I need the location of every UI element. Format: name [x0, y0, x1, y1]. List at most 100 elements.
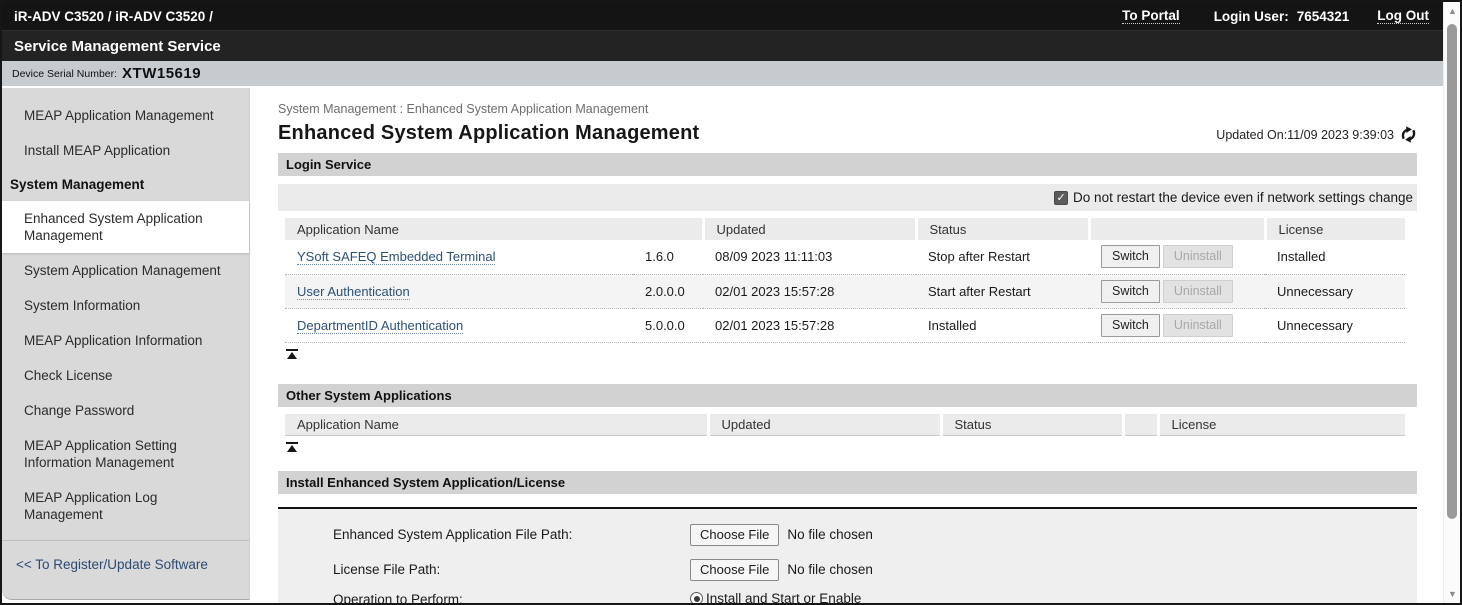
device-title: iR-ADV C3520 / iR-ADV C3520 / — [14, 9, 213, 24]
table-row: DepartmentID Authentication 5.0.0.0 02/0… — [285, 308, 1405, 342]
to-register-update-software-link[interactable]: << To Register/Update Software — [2, 541, 249, 581]
content: System Management : Enhanced System Appl… — [250, 88, 1443, 603]
choose-file-button-app[interactable]: Choose File — [690, 524, 779, 546]
app-status: Start after Restart — [916, 274, 1089, 308]
sms-window: iR-ADV C3520 / iR-ADV C3520 / To Portal … — [0, 0, 1462, 605]
serial-value: XTW15619 — [122, 65, 201, 82]
table-header-row: Application Name Updated Status License — [285, 414, 1405, 436]
uninstall-button[interactable]: Uninstall — [1163, 314, 1233, 337]
app-updated: 02/01 2023 15:57:28 — [703, 274, 916, 308]
other-system-applications-heading: Other System Applications — [278, 384, 1417, 407]
app-version: 2.0.0.0 — [633, 274, 703, 308]
login-user-label: Login User: — [1214, 9, 1289, 24]
sidebar-item-meap-application-log-management[interactable]: MEAP Application Log Management — [2, 480, 249, 532]
uninstall-button[interactable]: Uninstall — [1163, 245, 1233, 268]
sidebar-item-install-meap-application[interactable]: Install MEAP Application — [2, 133, 249, 168]
sidebar-item-meap-application-management[interactable]: MEAP Application Management — [2, 98, 249, 133]
page-title: Enhanced System Application Management — [278, 122, 699, 145]
col-actions — [1123, 414, 1158, 436]
sidebar-item-system-application-management[interactable]: System Application Management — [2, 253, 249, 288]
uninstall-button[interactable]: Uninstall — [1163, 280, 1233, 303]
main-column: iR-ADV C3520 / iR-ADV C3520 / To Portal … — [2, 2, 1443, 603]
restart-checkbox-row: Do not restart the device even if networ… — [278, 184, 1417, 211]
col-updated: Updated — [708, 414, 941, 436]
choose-file-button-license[interactable]: Choose File — [690, 559, 779, 581]
app-link-departmentid-authentication[interactable]: DepartmentID Authentication — [297, 318, 463, 334]
vertical-scrollbar[interactable]: ▲ ▼ — [1443, 2, 1460, 603]
table-row: User Authentication 2.0.0.0 02/01 2023 1… — [285, 274, 1405, 308]
updated-on-text: Updated On:11/09 2023 9:39:03 — [1216, 128, 1394, 142]
serial-bar: Device Serial Number: XTW15619 — [2, 61, 1443, 86]
switch-button[interactable]: Switch — [1101, 314, 1160, 337]
form-row-operation: Operation to Perform: Install and Start … — [333, 587, 1417, 603]
app-file-path-label: Enhanced System Application File Path: — [333, 527, 690, 542]
app-license: Installed — [1265, 240, 1405, 274]
app-status: Stop after Restart — [916, 240, 1089, 274]
login-user: Login User: 7654321 — [1214, 9, 1350, 24]
login-user-value: 7654321 — [1297, 9, 1350, 24]
col-application-name: Application Name — [285, 414, 708, 436]
breadcrumb: System Management : Enhanced System Appl… — [278, 102, 1417, 116]
scrollbar-thumb[interactable] — [1447, 24, 1457, 519]
table-header-row: Application Name Updated Status License — [285, 218, 1405, 240]
app-updated: 08/09 2023 11:11:03 — [703, 240, 916, 274]
app-version: 1.6.0 — [633, 240, 703, 274]
sidebar: MEAP Application Management Install MEAP… — [2, 88, 250, 600]
app-link-ysoft-safeq[interactable]: YSoft SAFEQ Embedded Terminal — [297, 249, 495, 265]
refresh-icon[interactable] — [1400, 126, 1417, 143]
app-version: 5.0.0.0 — [633, 308, 703, 342]
radio-selected-icon — [690, 592, 703, 603]
serial-label: Device Serial Number: — [12, 68, 117, 80]
title-row: Enhanced System Application Management U… — [278, 122, 1417, 153]
updated-on: Updated On:11/09 2023 9:39:03 — [1216, 126, 1417, 145]
table-row: YSoft SAFEQ Embedded Terminal 1.6.0 08/0… — [285, 240, 1405, 274]
scrollbar-down-arrow[interactable]: ▼ — [1444, 589, 1461, 599]
sidebar-header-system-management: System Management — [2, 168, 249, 201]
login-service-heading: Login Service — [278, 153, 1417, 176]
app-file-status: No file chosen — [787, 527, 873, 542]
sidebar-item-change-password[interactable]: Change Password — [2, 393, 249, 428]
scroll-to-top-icon[interactable] — [286, 442, 298, 452]
top-bar: iR-ADV C3520 / iR-ADV C3520 / To Portal … — [2, 2, 1443, 30]
login-service-table: Application Name Updated Status License … — [285, 218, 1405, 343]
col-status: Status — [941, 414, 1123, 436]
app-status: Installed — [916, 308, 1089, 342]
sidebar-item-system-information[interactable]: System Information — [2, 288, 249, 323]
operation-radio-group: Install and Start or Enable Only Install — [690, 587, 861, 603]
sidebar-item-enhanced-system-application-management[interactable]: Enhanced System Application Management — [2, 201, 249, 253]
col-actions — [1089, 218, 1265, 240]
col-license: License — [1158, 414, 1405, 436]
other-system-applications-table: Application Name Updated Status License — [285, 414, 1405, 437]
sidebar-item-meap-application-information[interactable]: MEAP Application Information — [2, 323, 249, 358]
form-row-app-file-path: Enhanced System Application File Path: C… — [333, 517, 1417, 552]
col-status: Status — [916, 218, 1089, 240]
scrollbar-up-arrow[interactable]: ▲ — [1444, 6, 1461, 16]
install-section-heading: Install Enhanced System Application/Lice… — [278, 471, 1417, 494]
app-license: Unnecessary — [1265, 308, 1405, 342]
scroll-to-top-icon[interactable] — [286, 349, 298, 359]
app-license: Unnecessary — [1265, 274, 1405, 308]
to-portal-link[interactable]: To Portal — [1122, 8, 1180, 24]
switch-button[interactable]: Switch — [1101, 280, 1160, 303]
license-file-path-label: License File Path: — [333, 562, 690, 577]
app-updated: 02/01 2023 15:57:28 — [703, 308, 916, 342]
app-title: Service Management Service — [14, 38, 221, 55]
col-license: License — [1265, 218, 1405, 240]
install-form: Enhanced System Application File Path: C… — [278, 507, 1417, 603]
app-title-bar: Service Management Service — [2, 30, 1443, 61]
form-row-license-file-path: License File Path: Choose File No file c… — [333, 552, 1417, 587]
body: MEAP Application Management Install MEAP… — [2, 86, 1443, 603]
do-not-restart-checkbox[interactable] — [1054, 191, 1068, 205]
operation-label: Operation to Perform: — [333, 587, 690, 603]
col-updated: Updated — [703, 218, 916, 240]
radio-install-and-start[interactable]: Install and Start or Enable — [690, 591, 861, 603]
sidebar-item-check-license[interactable]: Check License — [2, 358, 249, 393]
do-not-restart-label: Do not restart the device even if networ… — [1073, 190, 1413, 205]
col-application-name: Application Name — [285, 218, 703, 240]
log-out-link[interactable]: Log Out — [1377, 8, 1429, 24]
license-file-status: No file chosen — [787, 562, 873, 577]
sidebar-item-meap-application-setting-information-management[interactable]: MEAP Application Setting Information Man… — [2, 428, 249, 480]
radio-label: Install and Start or Enable — [706, 591, 861, 603]
switch-button[interactable]: Switch — [1101, 245, 1160, 268]
app-link-user-authentication[interactable]: User Authentication — [297, 284, 410, 300]
